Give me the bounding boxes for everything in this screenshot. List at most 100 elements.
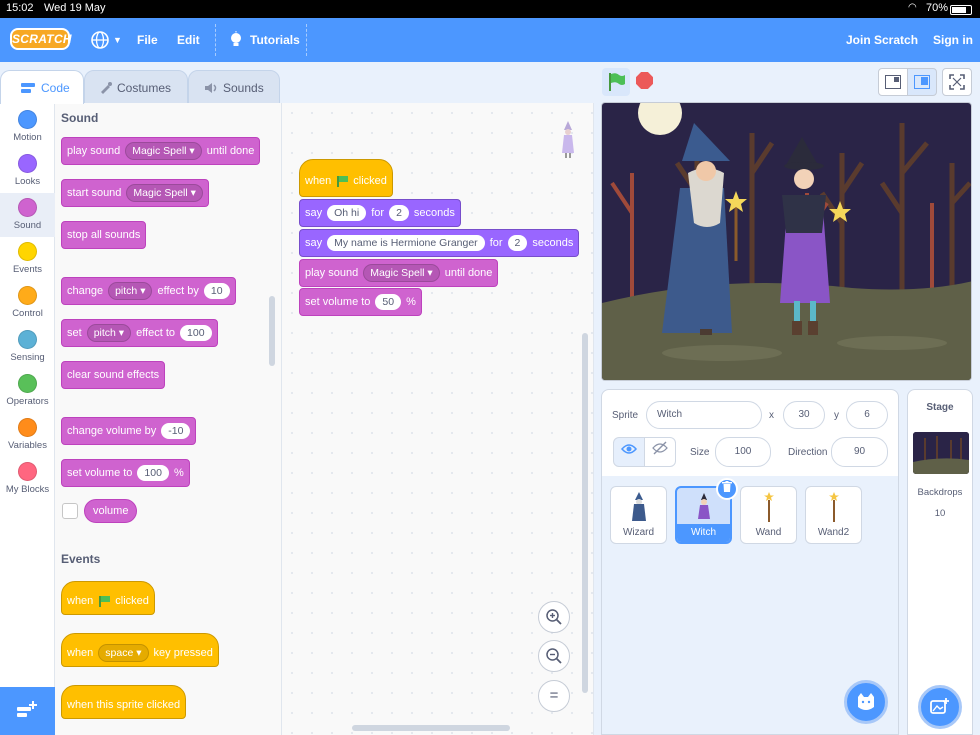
category-label: Control [12,308,43,319]
palette-heading-events: Events [61,552,101,566]
size-field[interactable]: 100 [715,437,771,467]
show-sprite-button[interactable] [613,437,645,467]
tutorials-button[interactable]: Tutorials [228,18,308,62]
say-seconds-input[interactable]: 2 [507,235,528,251]
edit-menu[interactable]: Edit [177,18,200,62]
say-seconds-input[interactable]: 2 [389,205,409,221]
category-operators[interactable]: Operators [0,369,55,413]
block-text: seconds [413,207,455,219]
zoom-out-icon [546,648,562,664]
volume-value-input[interactable]: -10 [161,423,191,439]
category-sensing[interactable]: Sensing [0,325,55,369]
block-play-sound-until-done[interactable]: play sound Magic Spell until done [61,137,261,165]
volume-value-input[interactable]: 100 [137,465,169,481]
tab-code[interactable]: Code [0,70,84,104]
block-start-sound[interactable]: start sound Magic Spell [61,179,209,207]
block-stop-all-sounds[interactable]: stop all sounds [61,221,147,249]
category-variables[interactable]: Variables [0,413,55,457]
volume-value-input[interactable]: 50 [375,294,402,310]
sprite-tile-witch[interactable]: Witch [675,478,738,544]
direction-field[interactable]: 90 [831,437,888,467]
block-text: clicked [115,595,149,607]
category-sound[interactable]: Sound [0,193,55,237]
green-flag-button[interactable] [602,68,630,96]
block-text: play sound [67,145,121,157]
normal-stage-button[interactable] [907,68,937,96]
scratch-logo[interactable]: SCRATCH [10,28,72,50]
stop-button[interactable] [636,72,653,89]
key-dropdown[interactable]: space [98,644,149,662]
effect-value-input[interactable]: 100 [180,325,212,341]
sensing-dot-icon [18,330,37,349]
block-set-effect[interactable]: set pitch effect to 100 [61,319,218,347]
script-play-sound-until-done[interactable]: play sound Magic Spell until done [299,259,499,287]
sprite-name-field[interactable]: Witch [646,401,762,429]
script-say-for-secs[interactable]: say Oh hi for 2 seconds [299,199,461,227]
sprite-tile-wand2[interactable]: Wand2 [805,486,862,544]
effect-dropdown[interactable]: pitch [108,282,153,300]
add-extension-button[interactable] [0,687,55,735]
small-stage-button[interactable] [878,68,908,96]
y-field[interactable]: 6 [846,401,888,429]
sprite-tile-wand[interactable]: Wand [740,486,797,544]
sprite-tile-label: Wand2 [817,527,850,538]
language-menu[interactable]: ▼ [90,18,124,62]
block-text: effect by [157,285,199,297]
say-message-input[interactable]: My name is Hermione Granger [327,235,485,251]
block-clear-sound-effects[interactable]: clear sound effects [61,361,166,389]
sign-in-link[interactable]: Sign in [933,18,973,62]
effect-dropdown[interactable]: pitch [86,324,132,342]
hide-sprite-button[interactable] [644,437,676,467]
ios-status-bar: 15:02 Wed 19 May ◠ 70% [0,0,980,18]
zoom-in-icon [546,609,562,625]
block-text: stop all sounds [67,229,141,241]
effect-value-input[interactable]: 10 [203,283,230,299]
choose-backdrop-button[interactable] [918,685,962,729]
choose-sprite-button[interactable] [844,680,888,724]
stage-canvas[interactable] [601,102,972,381]
script-workspace[interactable]: when clicked say Oh hi for 2 seconds say… [282,103,594,735]
stage-selector[interactable]: Stage Backdrops 10 [907,389,973,735]
category-label: Sound [13,220,42,231]
tab-sounds[interactable]: Sounds [188,70,280,104]
workspace-vertical-scrollbar[interactable] [582,333,588,693]
block-when-sprite-clicked[interactable]: when this sprite clicked [61,685,187,719]
zoom-reset-button[interactable]: = [538,680,570,712]
block-text: when this sprite clicked [67,699,181,711]
zoom-in-button[interactable] [538,601,570,633]
file-menu[interactable]: File [137,18,158,62]
script-set-volume[interactable]: set volume to 50 % [299,288,422,316]
sound-dropdown[interactable]: Magic Spell [126,184,203,202]
volume-monitor-checkbox[interactable] [62,503,78,519]
delete-sprite-button[interactable] [716,478,738,500]
sprite-tile-wizard[interactable]: Wizard [610,486,667,544]
category-motion[interactable]: Motion [0,105,55,149]
block-when-key-pressed[interactable]: when space key pressed [61,633,219,667]
block-set-volume[interactable]: set volume to 100 % [61,459,190,487]
tab-costumes[interactable]: Costumes [84,70,188,104]
category-events[interactable]: Events [0,237,55,281]
palette-scrollbar[interactable] [269,296,275,366]
x-field[interactable]: 30 [783,401,825,429]
block-when-flag-clicked[interactable]: when clicked [61,581,155,615]
block-change-volume[interactable]: change volume by -10 [61,417,197,445]
category-my-blocks[interactable]: My Blocks [0,457,55,501]
join-scratch-link[interactable]: Join Scratch [846,18,918,62]
sound-dropdown[interactable]: Magic Spell [125,142,202,160]
zoom-out-button[interactable] [538,640,570,672]
script-say-for-secs[interactable]: say My name is Hermione Granger for 2 se… [299,229,580,257]
fullscreen-button[interactable] [942,68,972,96]
category-label: My Blocks [5,484,50,495]
block-text: seconds [532,237,574,249]
menu-bar: SCRATCH ▼ File Edit Tutorials Join Scrat… [0,18,980,62]
wand-thumbnail [763,492,774,522]
block-volume-reporter[interactable]: volume [84,499,138,523]
category-looks[interactable]: Looks [0,149,55,193]
category-control[interactable]: Control [0,281,55,325]
workspace-horizontal-scrollbar[interactable] [352,725,510,731]
say-message-input[interactable]: Oh hi [327,205,367,221]
sound-dropdown[interactable]: Magic Spell [363,264,440,282]
block-change-effect[interactable]: change pitch effect by 10 [61,277,236,305]
script-when-flag-clicked[interactable]: when clicked [299,159,393,197]
palette-heading-sound: Sound [61,111,99,125]
